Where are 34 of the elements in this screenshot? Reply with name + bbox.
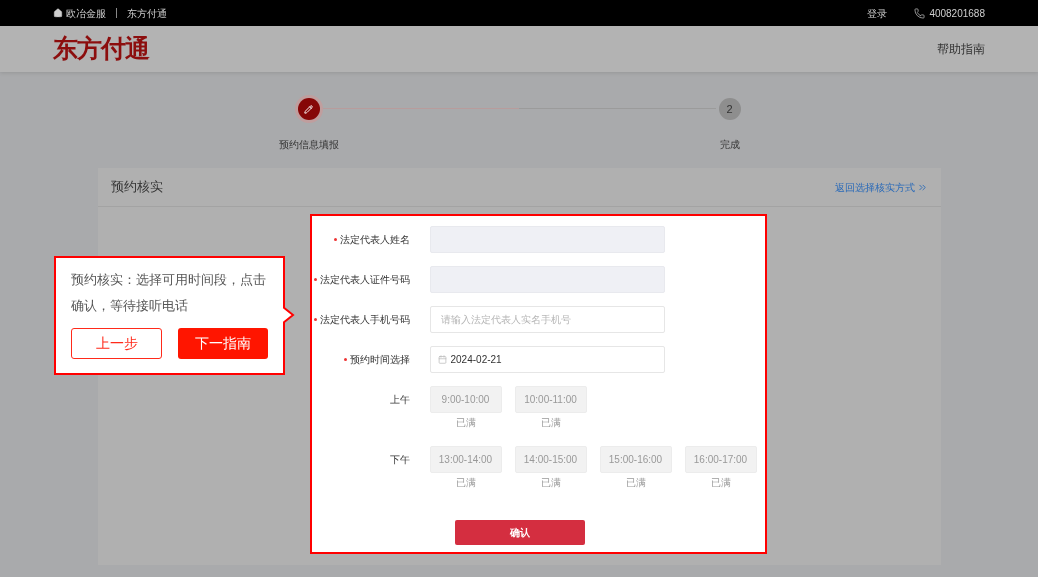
phone-number: 4008201688 — [929, 6, 985, 21]
phone-icon — [914, 7, 926, 19]
slot-status: 已满 — [625, 476, 646, 490]
date-field[interactable]: 2024-02-21 — [429, 346, 665, 373]
next-button[interactable]: 下一指南 — [178, 328, 268, 359]
confirm-button[interactable]: 确认 — [454, 520, 585, 545]
slot-status: 已满 — [455, 416, 476, 430]
field-label: 法定代表人证件号码 — [313, 272, 410, 287]
period-label: 下午 — [388, 453, 410, 467]
slot-status: 已满 — [455, 476, 476, 490]
previous-button[interactable]: 上一步 — [71, 328, 162, 359]
card-title: 预约核实 — [110, 178, 163, 197]
help-link[interactable]: 帮助指南 — [937, 40, 985, 58]
logo[interactable]: 东方付通 — [53, 30, 149, 68]
calendar-icon — [437, 355, 447, 364]
input-field[interactable]: 请输入法定代表人实名手机号 — [429, 306, 665, 333]
slot-status: 已满 — [540, 416, 561, 430]
login-link[interactable]: 登录 — [867, 5, 888, 21]
slot-status: 已满 — [710, 476, 731, 490]
step-label: 预约信息填报 — [278, 138, 339, 152]
step-indicator: 2 — [718, 98, 741, 120]
pencil-icon — [304, 104, 313, 114]
period-label: 上午 — [388, 393, 410, 407]
step-label: 完成 — [719, 138, 740, 152]
field-label: 预约时间选择 — [343, 352, 410, 367]
field-label: 法定代表人手机号码 — [313, 312, 410, 327]
back-link[interactable]: 返回选择核实方式 — [834, 179, 928, 195]
home-icon — [53, 8, 63, 18]
site-link[interactable]: 东方付通 — [127, 5, 167, 21]
field-label: 法定代表人姓名 — [333, 232, 410, 247]
slot-status: 已满 — [540, 476, 561, 490]
tour-text: 预约核实：选择可用时间段，点击确认，等待接听电话 — [71, 271, 267, 315]
date-value: 2024-02-21 — [450, 353, 502, 367]
home-link[interactable]: 欧冶金服 — [66, 5, 106, 21]
